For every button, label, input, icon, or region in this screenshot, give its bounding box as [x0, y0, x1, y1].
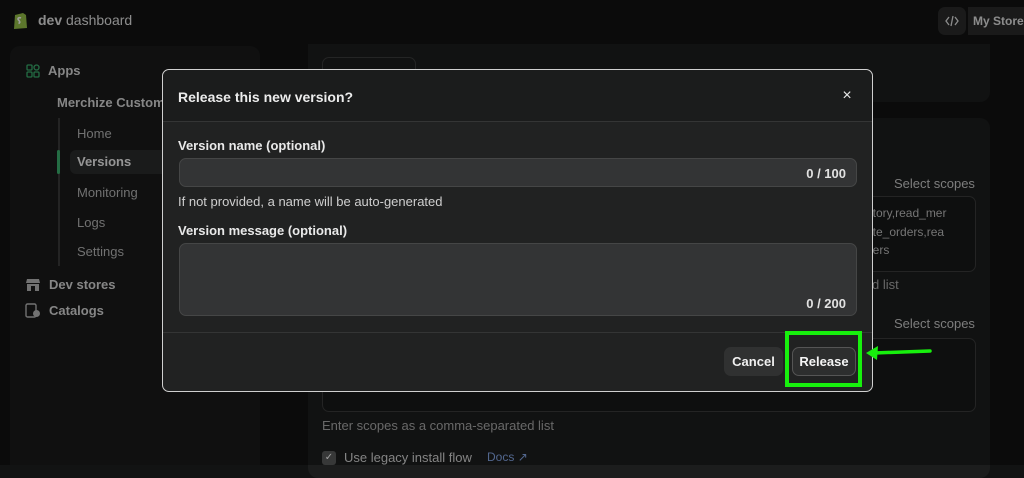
version-name-input[interactable]: 0 / 100 [179, 158, 857, 187]
version-name-counter: 0 / 100 [806, 166, 846, 181]
release-dialog: Release this new version? × Version name… [162, 69, 873, 392]
version-message-label: Version message (optional) [178, 223, 348, 238]
dialog-divider [163, 332, 872, 333]
version-message-textarea[interactable]: 0 / 200 [179, 243, 857, 316]
cancel-button[interactable]: Cancel [724, 347, 783, 376]
version-message-counter: 0 / 200 [806, 296, 846, 311]
close-icon[interactable]: × [837, 86, 857, 106]
release-highlight-box [785, 331, 862, 387]
dialog-header: Release this new version? × [163, 70, 872, 122]
pointer-arrow-icon [866, 346, 932, 360]
version-name-label: Version name (optional) [178, 138, 326, 153]
version-name-hint: If not provided, a name will be auto-gen… [178, 194, 443, 209]
dialog-title: Release this new version? [178, 89, 354, 105]
